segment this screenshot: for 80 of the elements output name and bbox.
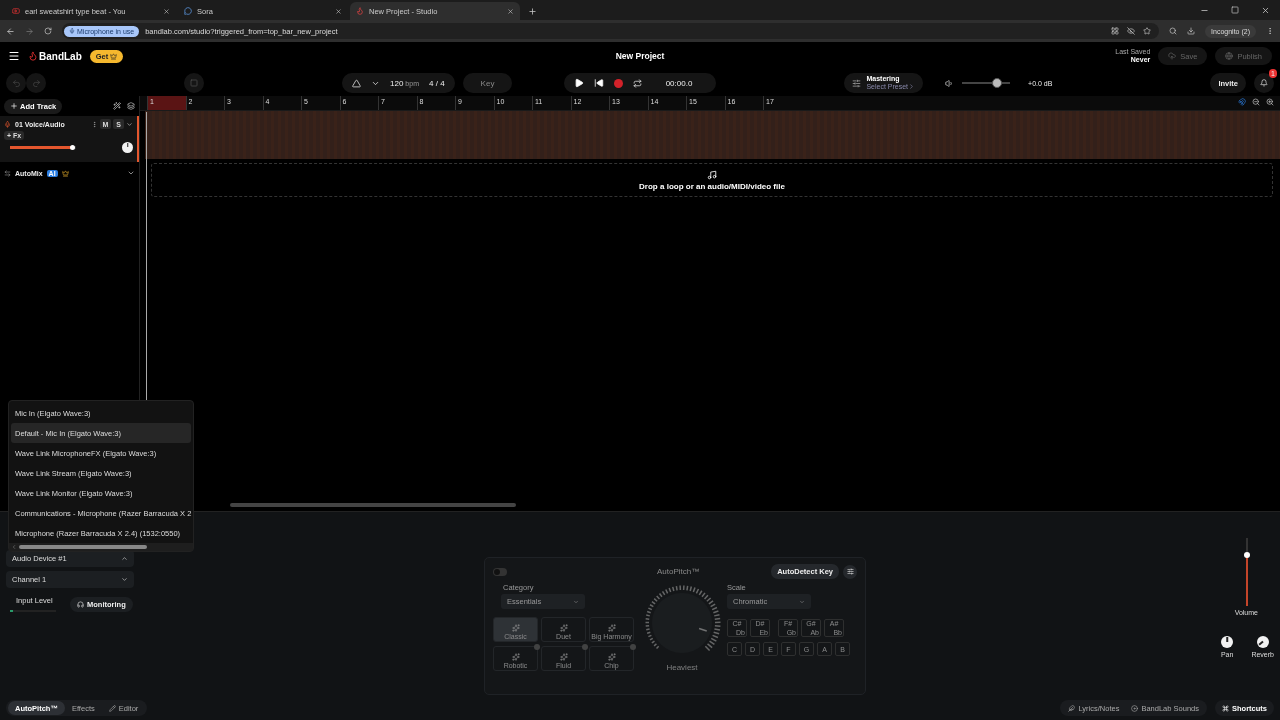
- sliders-icon: [852, 78, 862, 88]
- skip-back-icon[interactable]: [593, 78, 604, 88]
- close-icon[interactable]: [507, 7, 514, 15]
- amount-label: Heaviest: [666, 663, 698, 672]
- crown-icon: [61, 169, 69, 177]
- menu-scrollbar[interactable]: [19, 545, 147, 549]
- flame-logo-icon[interactable]: [28, 51, 38, 61]
- logo-text[interactable]: BandLab: [39, 50, 82, 62]
- undo-icon: [11, 78, 21, 88]
- autopitch-toggle[interactable]: [493, 567, 507, 576]
- loop-icon[interactable]: [632, 78, 642, 88]
- chevron-down-icon: [121, 576, 128, 583]
- key-button[interactable]: Key: [462, 73, 513, 93]
- globe-icon: [1225, 52, 1234, 60]
- cloud-upload-icon: [1168, 52, 1177, 60]
- sparkle-icon: [559, 653, 568, 661]
- mic-icon: [69, 28, 75, 34]
- chevron-down-icon[interactable]: [127, 169, 135, 177]
- music-icon: [707, 169, 717, 180]
- metronome-icon[interactable]: [352, 78, 361, 88]
- play-logo-icon: [12, 7, 20, 15]
- download-icon[interactable]: [1187, 27, 1196, 35]
- square-icon: [190, 79, 198, 87]
- sliders-icon: [846, 568, 854, 575]
- plus-icon: [10, 102, 18, 110]
- drop-zone-text: Drop a loop or an audio/MIDI/video file: [639, 181, 785, 191]
- time-signature[interactable]: 4 / 4: [429, 78, 445, 88]
- redo-icon: [31, 78, 41, 88]
- feather-icon: [1068, 704, 1076, 712]
- reverb-knob[interactable]: [1256, 636, 1269, 648]
- close-icon[interactable]: [1261, 5, 1270, 15]
- layers-icon[interactable]: [127, 102, 135, 110]
- maximize-icon[interactable]: [1231, 6, 1239, 14]
- bookmark-icon[interactable]: [1143, 27, 1152, 35]
- record-button[interactable]: [613, 78, 623, 88]
- volume-fader[interactable]: [1244, 552, 1250, 558]
- close-icon[interactable]: [335, 7, 342, 15]
- reload-icon[interactable]: [44, 27, 52, 35]
- sparkle-icon: [607, 653, 616, 661]
- zoom-in-icon[interactable]: [1266, 98, 1274, 106]
- play-icon[interactable]: [573, 78, 584, 88]
- crown-icon: [110, 52, 118, 60]
- menu-icon[interactable]: [8, 50, 20, 62]
- scrollbar[interactable]: [230, 503, 516, 507]
- sparkle-icon: [511, 653, 520, 661]
- chevron-down-icon: [799, 598, 805, 605]
- pan-knob[interactable]: [1221, 636, 1234, 648]
- more-icon[interactable]: [1266, 27, 1274, 35]
- pan-knob[interactable]: [122, 142, 133, 153]
- chat-icon: [184, 7, 192, 15]
- search-icon[interactable]: [1169, 27, 1178, 35]
- back-icon[interactable]: [6, 26, 15, 36]
- master-volume-slider[interactable]: [991, 78, 1002, 88]
- chevron-down-icon[interactable]: [126, 120, 133, 128]
- chevron-up-icon: [121, 555, 128, 562]
- command-icon: [1222, 704, 1229, 712]
- pencil-icon: [108, 704, 116, 712]
- zoom-out-icon[interactable]: [1252, 98, 1260, 106]
- bell-button[interactable]: [1254, 73, 1274, 93]
- swap-icon: [4, 169, 11, 177]
- project-title: New Project: [615, 51, 665, 61]
- mic-icon: [4, 120, 11, 128]
- sparkle-icon: [559, 624, 568, 632]
- eye-off-icon[interactable]: [1127, 27, 1136, 35]
- speaker-icon[interactable]: [945, 78, 955, 88]
- autopitch-title: AutoPitch™: [657, 567, 700, 576]
- chevron-down-icon: [573, 598, 579, 605]
- bell-icon: [1260, 79, 1268, 87]
- magnet-icon[interactable]: [1238, 98, 1246, 106]
- time-display: 00:00.0: [664, 78, 694, 88]
- sparkle-icon: [511, 624, 520, 632]
- close-icon[interactable]: [163, 7, 170, 15]
- settings-button[interactable]: [843, 564, 857, 579]
- sparkle-icon: [607, 624, 616, 632]
- disc-icon: [1131, 704, 1139, 712]
- headphones-icon: [77, 600, 84, 608]
- flame-icon: [356, 7, 364, 15]
- grid-icon[interactable]: [1111, 27, 1120, 35]
- new-tab-icon[interactable]: [528, 6, 537, 16]
- chevron-right-icon: [908, 83, 916, 91]
